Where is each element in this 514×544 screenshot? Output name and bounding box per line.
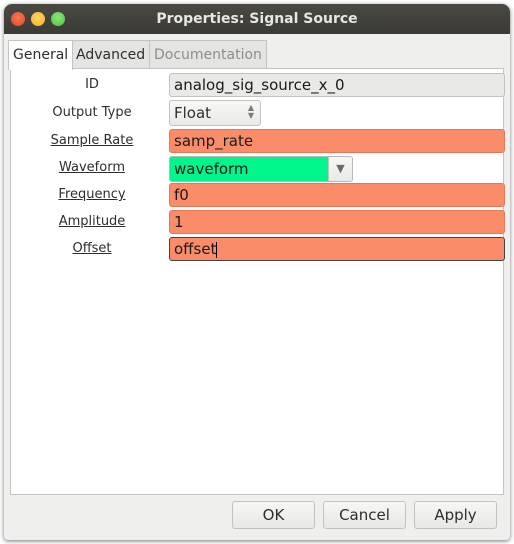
output-type-value: Float — [174, 104, 212, 122]
waveform-label: Waveform — [59, 160, 125, 175]
window-title: Properties: Signal Source — [156, 11, 358, 27]
sample-rate-field[interactable]: samp_rate — [169, 129, 505, 153]
tab-documentation[interactable]: Documentation — [149, 40, 267, 68]
id-label: ID — [85, 77, 99, 92]
output-type-label: Output Type — [52, 105, 132, 120]
waveform-combo[interactable]: waveform ▼ — [169, 156, 353, 182]
offset-value: offset — [174, 240, 217, 258]
id-field[interactable]: analog_sig_source_x_0 — [169, 73, 505, 97]
properties-dialog: Properties: Signal Source General Advanc… — [4, 4, 510, 540]
general-panel: ID analog_sig_source_x_0 Output Type Flo… — [10, 68, 505, 495]
offset-label: Offset — [72, 241, 112, 256]
text-cursor — [216, 241, 218, 258]
apply-button[interactable]: Apply — [414, 501, 497, 529]
cancel-button[interactable]: Cancel — [323, 501, 406, 529]
chevron-down-icon[interactable]: ▼ — [328, 157, 352, 181]
tab-advanced[interactable]: Advanced — [71, 40, 151, 68]
waveform-value[interactable]: waveform — [170, 157, 330, 181]
tab-general[interactable]: General — [8, 40, 74, 70]
amplitude-label: Amplitude — [58, 214, 126, 229]
output-type-select[interactable]: Float ▲ ▼ — [169, 100, 261, 126]
spin-arrows-icon: ▲ ▼ — [247, 103, 254, 120]
title-bar: Properties: Signal Source — [4, 4, 510, 34]
ok-button[interactable]: OK — [232, 501, 315, 529]
frequency-field[interactable]: f0 — [169, 183, 505, 207]
frequency-label: Frequency — [58, 187, 126, 202]
amplitude-field[interactable]: 1 — [169, 210, 505, 234]
offset-field[interactable]: offset — [169, 237, 505, 261]
sample-rate-label: Sample Rate — [50, 133, 134, 148]
